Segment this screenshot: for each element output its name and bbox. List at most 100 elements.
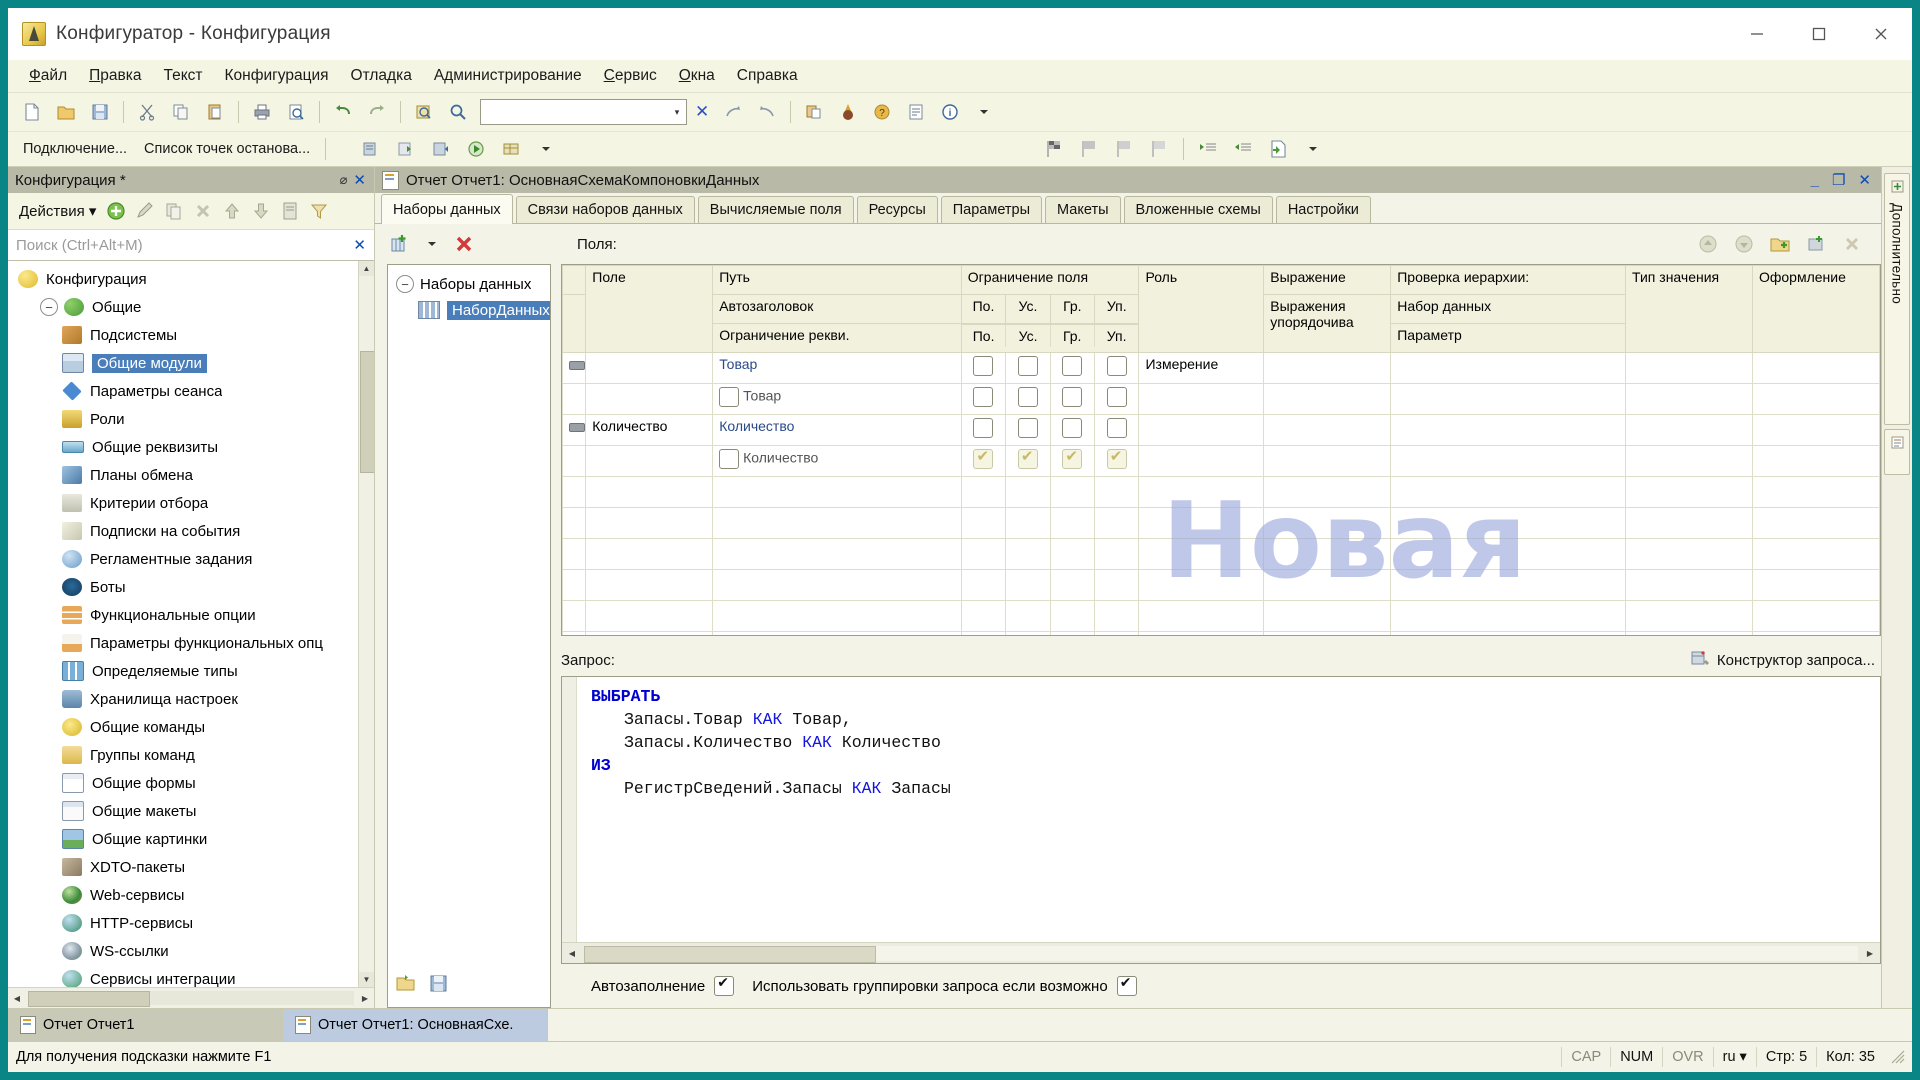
empty-cell[interactable] xyxy=(1138,631,1265,635)
save-icon[interactable] xyxy=(84,96,116,128)
empty-cell[interactable] xyxy=(1094,631,1140,635)
sidebar-item-12[interactable]: Функциональные опции xyxy=(8,601,374,629)
sidebar-item-1[interactable]: − Общие xyxy=(8,293,374,321)
query-hscroll-left-icon[interactable]: ◀ xyxy=(562,949,582,958)
restriction-checkbox[interactable] xyxy=(1017,447,1038,469)
search-icon[interactable] xyxy=(442,96,474,128)
sidebar-item-23[interactable]: HTTP-сервисы xyxy=(8,909,374,937)
cell-hierarchy[interactable] xyxy=(1390,445,1627,477)
empty-cell[interactable] xyxy=(712,507,962,539)
sidebar-item-20[interactable]: Общие картинки xyxy=(8,825,374,853)
hscroll-thumb[interactable] xyxy=(28,991,150,1007)
cell-field[interactable] xyxy=(585,445,714,477)
table-row-empty[interactable] xyxy=(562,476,1880,508)
empty-cell[interactable] xyxy=(1049,569,1096,601)
sidebar-item-3[interactable]: Общие модули xyxy=(8,349,374,377)
path-checkbox[interactable] xyxy=(719,449,740,469)
delete-dataset-icon[interactable] xyxy=(451,231,477,257)
sidebar-item-4[interactable]: Параметры сеанса xyxy=(8,377,374,405)
query-code[interactable]: ВЫБРАТЬ Запасы.Товар КАК Товар, Запасы.Кол… xyxy=(577,677,1880,942)
datasets-tree[interactable]: − Наборы данных НаборДанных1 xyxy=(387,264,551,1008)
breakpoint-disable-icon[interactable] xyxy=(1073,133,1105,165)
cell-restriction-1[interactable] xyxy=(1005,352,1051,384)
cell-restriction-2[interactable] xyxy=(1049,414,1096,446)
empty-cell[interactable] xyxy=(712,600,962,632)
clear-search-icon[interactable]: ✕ xyxy=(695,102,709,122)
subcol-dataset[interactable]: Набор данных xyxy=(1390,294,1627,324)
open-query-file-icon[interactable] xyxy=(394,972,416,998)
row-marker-cell[interactable] xyxy=(562,352,587,384)
empty-cell[interactable] xyxy=(1390,600,1627,632)
configuration-tree[interactable]: Конфигурация − Общие Подсистемы Общие модули… xyxy=(8,261,374,987)
restriction-checkbox[interactable] xyxy=(1062,356,1083,376)
subcol-parameter[interactable]: Параметр xyxy=(1390,323,1627,353)
query-hscroll-track[interactable] xyxy=(584,945,1858,963)
restriction-checkbox[interactable] xyxy=(1062,418,1083,438)
tables-icon[interactable] xyxy=(495,133,527,165)
export-file-icon[interactable] xyxy=(1262,133,1294,165)
dataset-tree-item-0[interactable]: − Наборы данных xyxy=(388,271,550,297)
subcol-up-2[interactable]: Уп. xyxy=(1093,324,1138,347)
use-groupings-checkbox[interactable] xyxy=(1116,974,1137,996)
run-debug-icon[interactable] xyxy=(832,96,864,128)
restriction-checkbox[interactable] xyxy=(1106,447,1127,469)
empty-cell[interactable] xyxy=(960,476,1007,508)
sidebar-item-11[interactable]: Боты xyxy=(8,573,374,601)
about-info-icon[interactable]: i xyxy=(934,96,966,128)
tab-1[interactable]: Связи наборов данных xyxy=(515,196,695,223)
sidebar-item-15[interactable]: Хранилища настроек xyxy=(8,685,374,713)
query-hscroll-right-icon[interactable]: ▶ xyxy=(1860,949,1880,958)
menu-help[interactable]: Справка xyxy=(726,63,809,89)
sidebar-item-5[interactable]: Роли xyxy=(8,405,374,433)
empty-cell[interactable] xyxy=(1138,507,1265,539)
empty-cell[interactable] xyxy=(1751,476,1880,508)
open-file-icon[interactable] xyxy=(50,96,82,128)
sidebar-item-18[interactable]: Общие формы xyxy=(8,769,374,797)
col-header-value-type[interactable]: Тип значения xyxy=(1625,265,1753,353)
empty-cell[interactable] xyxy=(1390,476,1627,508)
menu-file[interactable]: Файл xyxy=(18,63,78,89)
cell-restriction-2[interactable] xyxy=(1049,352,1096,384)
sidebar-item-19[interactable]: Общие макеты xyxy=(8,797,374,825)
empty-cell[interactable] xyxy=(1751,600,1880,632)
use-groupings-option[interactable]: Использовать группировки запроса если во… xyxy=(752,974,1137,996)
properties-panel-tab[interactable] xyxy=(1884,429,1910,475)
tree-expander-icon[interactable]: − xyxy=(40,298,58,316)
maximize-button[interactable] xyxy=(1788,8,1850,60)
cell-role[interactable]: Измерение xyxy=(1138,352,1265,384)
cell-restriction-3[interactable] xyxy=(1094,383,1140,415)
restriction-checkbox[interactable] xyxy=(1017,418,1038,438)
table-row-empty[interactable] xyxy=(562,538,1880,570)
empty-cell[interactable] xyxy=(1263,600,1392,632)
cell-restriction-0[interactable] xyxy=(960,414,1007,446)
sidebar-item-17[interactable]: Группы команд xyxy=(8,741,374,769)
sidebar-search-clear-icon[interactable]: ✕ xyxy=(353,236,366,254)
tab-7[interactable]: Настройки xyxy=(1275,196,1371,223)
subcol-autotitle[interactable]: Автозаголовок xyxy=(712,294,962,324)
tab-6[interactable]: Вложенные схемы xyxy=(1123,196,1273,223)
document-close-button[interactable]: ✕ xyxy=(1858,173,1871,188)
cut-icon[interactable] xyxy=(131,96,163,128)
empty-cell[interactable] xyxy=(1094,476,1140,508)
cell-format[interactable] xyxy=(1751,352,1880,384)
cell-format[interactable] xyxy=(1751,445,1880,477)
tab-2[interactable]: Вычисляемые поля xyxy=(697,196,854,223)
restriction-checkbox[interactable] xyxy=(1106,418,1127,438)
restriction-checkbox[interactable] xyxy=(1017,356,1038,376)
empty-cell[interactable] xyxy=(1625,538,1753,570)
export-dropdown-icon[interactable] xyxy=(1297,133,1329,165)
empty-cell[interactable] xyxy=(585,507,714,539)
restriction-checkbox[interactable] xyxy=(973,356,994,376)
cell-restriction-0[interactable] xyxy=(960,445,1007,477)
sidebar-item-25[interactable]: Сервисы интеграции xyxy=(8,965,374,987)
move-up-icon[interactable] xyxy=(219,198,245,224)
empty-cell[interactable] xyxy=(712,476,962,508)
empty-cell[interactable] xyxy=(1049,507,1096,539)
empty-cell[interactable] xyxy=(712,538,962,570)
dataset-tree-expander-icon[interactable]: − xyxy=(396,275,414,293)
cell-path[interactable]: Товар xyxy=(712,352,962,384)
empty-cell[interactable] xyxy=(1263,631,1392,635)
restriction-checkbox[interactable] xyxy=(1017,387,1038,407)
query-hscroll-thumb[interactable] xyxy=(584,945,876,963)
indent-decrease-icon[interactable] xyxy=(1227,133,1259,165)
